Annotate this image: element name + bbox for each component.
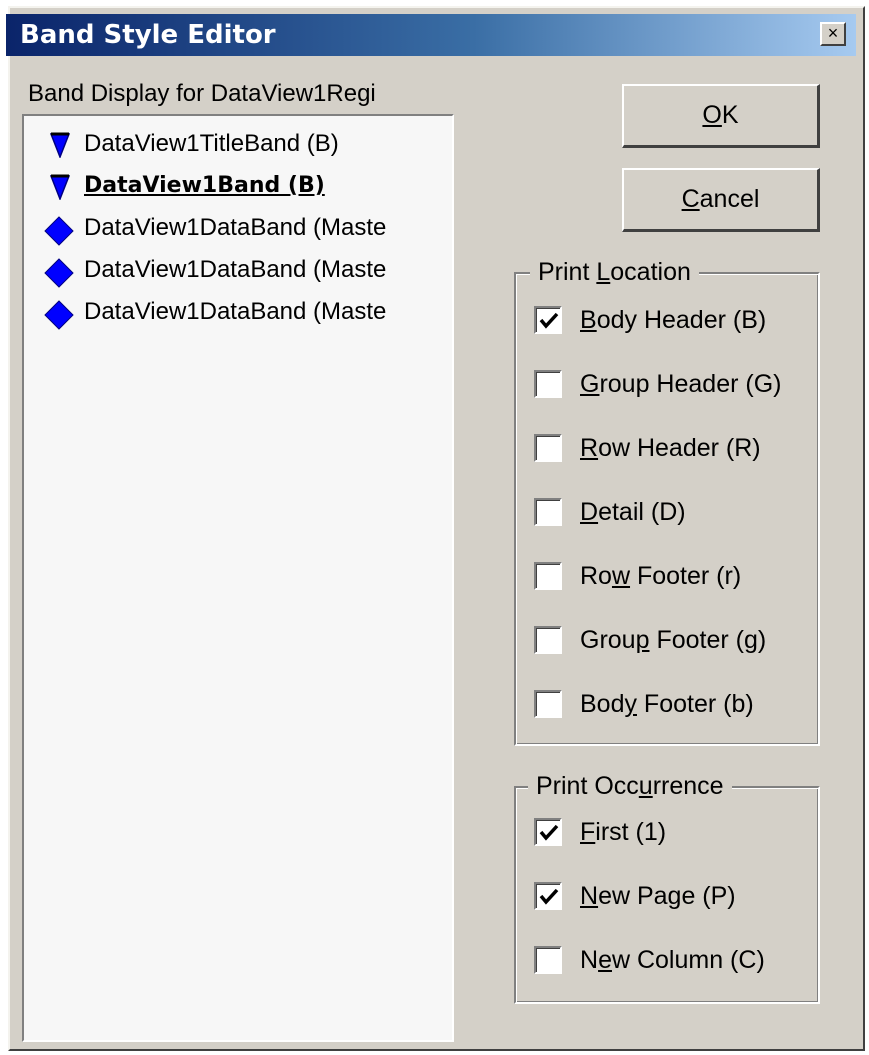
checkbox[interactable] (534, 626, 562, 654)
band-list[interactable]: DataView1TitleBand (B) DataView1Band (B) D… (22, 114, 454, 1042)
checkbox-label: Row Footer (r) (580, 562, 742, 590)
band-list-item[interactable]: DataView1Band (B) (42, 168, 452, 204)
checkbox-label: Body Footer (b) (580, 690, 754, 718)
band-list-item-label: DataView1Band (B) (84, 173, 325, 198)
band-list-item-label: DataView1DataBand (Maste (84, 298, 387, 325)
print-location-option[interactable]: Body Footer (b) (514, 686, 814, 726)
print-location-option[interactable]: Group Footer (g) (514, 622, 814, 662)
print-occurrence-option[interactable]: New Page (P) (514, 878, 814, 918)
print-occurrence-option[interactable]: First (1) (514, 814, 814, 854)
checkbox-label: New Page (P) (580, 882, 736, 910)
checkbox[interactable] (534, 498, 562, 526)
print-occurrence-options: First (1) New Page (P) New Column (C) (514, 786, 820, 1004)
checkbox[interactable] (534, 690, 562, 718)
band-list-item[interactable]: DataView1DataBand (Maste (42, 294, 452, 330)
blue-diamond-icon (44, 300, 74, 330)
band-list-item[interactable]: DataView1TitleBand (B) (42, 126, 452, 162)
window-title: Band Style Editor (20, 20, 276, 50)
print-occurrence-option[interactable]: New Column (C) (514, 942, 814, 982)
checkmark-icon (539, 824, 559, 841)
close-icon: × (827, 23, 839, 43)
checkbox-label: Body Header (B) (580, 306, 767, 334)
checkmark-icon (539, 312, 559, 329)
band-list-item[interactable]: DataView1DataBand (Maste (42, 252, 452, 288)
blue-triangle-icon (50, 174, 70, 200)
checkmark-icon (539, 888, 559, 905)
checkbox[interactable] (534, 370, 562, 398)
checkbox-label: New Column (C) (580, 946, 765, 974)
checkbox-label: Detail (D) (580, 498, 686, 526)
print-location-option[interactable]: Group Header (G) (514, 366, 814, 406)
print-location-options: Body Header (B) Group Header (G) Row Heade… (514, 272, 820, 746)
print-location-option[interactable]: Row Header (R) (514, 430, 814, 470)
blue-diamond-icon (44, 258, 74, 288)
blue-diamond-icon (44, 216, 74, 246)
checkbox[interactable] (534, 434, 562, 462)
print-location-option[interactable]: Body Header (B) (514, 302, 814, 342)
print-location-option[interactable]: Row Footer (r) (514, 558, 814, 598)
band-list-item-label: DataView1DataBand (Maste (84, 214, 387, 241)
checkbox[interactable] (534, 818, 562, 846)
checkbox-label: Group Footer (g) (580, 626, 767, 654)
close-button[interactable]: × (820, 22, 846, 46)
ok-button[interactable]: OK (622, 84, 820, 148)
band-list-item-label: DataView1DataBand (Maste (84, 256, 387, 283)
print-location-option[interactable]: Detail (D) (514, 494, 814, 534)
band-list-item[interactable]: DataView1DataBand (Maste (42, 210, 452, 246)
checkbox[interactable] (534, 946, 562, 974)
checkbox-label: Row Header (R) (580, 434, 761, 462)
band-list-item-label: DataView1TitleBand (B) (84, 130, 339, 157)
checkbox[interactable] (534, 882, 562, 910)
checkbox[interactable] (534, 562, 562, 590)
checkbox[interactable] (534, 306, 562, 334)
checkbox-label: First (1) (580, 818, 667, 846)
title-bar[interactable]: Band Style Editor × (6, 14, 856, 56)
checkbox-label: Group Header (G) (580, 370, 782, 398)
blue-triangle-icon (50, 132, 70, 158)
band-list-label: Band Display for DataView1Regi (28, 80, 376, 107)
cancel-button[interactable]: Cancel (622, 168, 820, 232)
